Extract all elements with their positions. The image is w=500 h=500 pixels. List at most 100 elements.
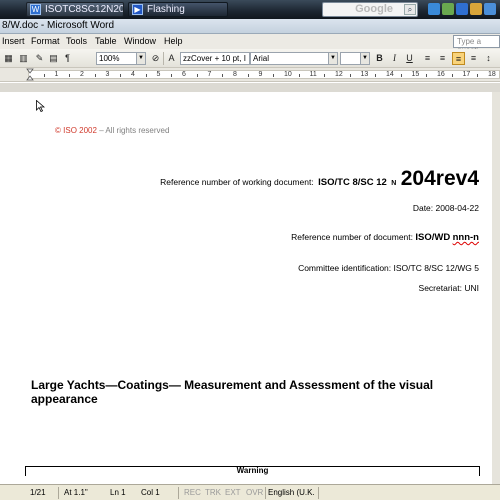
- taskbar: W ISOTC8SC12N204 - ... ▶ Flashing Google…: [0, 0, 500, 19]
- font-select[interactable]: Arial ▼: [250, 52, 338, 65]
- ruler-number: 6: [182, 71, 186, 78]
- menu-window[interactable]: Window: [124, 36, 156, 46]
- status-column: Col 1: [141, 488, 160, 497]
- menu-tools[interactable]: Tools: [66, 36, 87, 46]
- mouse-pointer-icon: [36, 100, 45, 112]
- status-separator: [318, 487, 319, 499]
- volume-icon[interactable]: [470, 3, 482, 15]
- align-right-icon[interactable]: ≡: [452, 52, 465, 65]
- menu-table[interactable]: Table: [95, 36, 117, 46]
- status-trk[interactable]: TRK: [205, 488, 221, 497]
- drawing-icon[interactable]: ✎: [33, 52, 46, 65]
- status-line: Ln 1: [110, 488, 126, 497]
- ruler-tick: [349, 74, 351, 77]
- font-size-select[interactable]: ▼: [340, 52, 370, 65]
- status-language: English (U.K.: [268, 488, 315, 497]
- ruler-tick: [94, 74, 96, 77]
- ruler-tick: [120, 74, 122, 77]
- ruler-number: 18: [488, 71, 496, 78]
- copyright-line: © ISO 2002 – All rights reserved: [55, 126, 169, 135]
- font-value: Arial: [253, 54, 270, 63]
- secretariat: Secretariat: UNI: [418, 283, 479, 293]
- ruler-tick: [43, 74, 45, 77]
- read-mode-icon[interactable]: ⊘: [149, 52, 162, 65]
- ruler-tick: [145, 74, 147, 77]
- columns-icon[interactable]: ▥: [17, 52, 30, 65]
- working-doc-reference: Reference number of working document: IS…: [160, 168, 479, 190]
- chevron-down-icon: ▼: [136, 53, 145, 64]
- taskbar-button-word[interactable]: W ISOTC8SC12N204 - ...: [26, 2, 124, 17]
- chevron-down-icon: ▼: [360, 53, 369, 64]
- justify-icon[interactable]: ≡: [467, 52, 480, 65]
- flash-icon: ▶: [132, 4, 143, 15]
- ref-doc-label: Reference number of document:: [291, 232, 414, 242]
- ruler-tick: [196, 74, 198, 77]
- copyright-symbol: ©: [55, 126, 61, 135]
- menu-format[interactable]: Format: [31, 36, 60, 46]
- taskbar-button-label: Flashing: [147, 4, 185, 15]
- ruler-number: 10: [284, 71, 292, 78]
- line-spacing-icon[interactable]: ↕: [482, 52, 495, 65]
- document-map-icon[interactable]: ▤: [47, 52, 60, 65]
- underline-button[interactable]: U: [403, 52, 416, 65]
- status-ext[interactable]: EXT: [225, 488, 241, 497]
- chevron-down-icon: ▼: [328, 53, 337, 64]
- show-formatting-icon[interactable]: ¶: [61, 52, 74, 65]
- warning-heading: Warning: [236, 466, 269, 475]
- bluetooth-icon[interactable]: [456, 3, 468, 15]
- menu-insert[interactable]: Insert: [2, 36, 25, 46]
- page-gap: [0, 83, 500, 92]
- taskbar-button-label: ISOTC8SC12N204 - ...: [45, 4, 124, 15]
- taskbar-button-flashing[interactable]: ▶ Flashing: [128, 2, 228, 17]
- menu-help[interactable]: Help: [164, 36, 183, 46]
- document-title: Large Yachts—Coatings— Measurement and A…: [31, 378, 434, 406]
- search-icon[interactable]: ⌕: [404, 4, 416, 15]
- security-icon[interactable]: [442, 3, 454, 15]
- vertical-scrollbar[interactable]: [492, 92, 500, 484]
- style-select[interactable]: zzCover + 10 pt, I: [180, 52, 250, 65]
- help-question-input[interactable]: Type a questi: [453, 35, 500, 55]
- doc-reference-line: Reference number of document: ISO/WD nnn…: [291, 232, 479, 243]
- ruler-tick: [400, 74, 402, 77]
- ruler-number: 13: [360, 71, 369, 78]
- ref-working-value: ISO/TC 8/SC 12: [318, 177, 387, 188]
- document-page[interactable]: © ISO 2002 – All rights reserved Referen…: [0, 92, 500, 476]
- word-icon: W: [30, 4, 41, 15]
- status-ovr[interactable]: OVR: [246, 488, 263, 497]
- ref-working-label: Reference number of working document:: [160, 177, 314, 187]
- ruler-number: 17: [462, 71, 471, 78]
- horizontal-ruler[interactable]: 1 2 3 4 5 6 7 8 9 10 11 12 13 14 15 16 17 18: [0, 68, 500, 82]
- ref-doc-value: ISO/WD: [415, 232, 451, 243]
- styles-pane-icon[interactable]: A: [165, 52, 178, 65]
- status-rec[interactable]: REC: [184, 488, 201, 497]
- zoom-select[interactable]: 100% ▼: [96, 52, 146, 65]
- committee-identification: Committee identification: ISO/TC 8/SC 12…: [298, 263, 479, 273]
- menu-bar: Insert Format Tools Table Window Help: [0, 34, 500, 49]
- bold-button[interactable]: B: [373, 52, 386, 65]
- google-search-box[interactable]: Google ⌕: [322, 2, 418, 17]
- ruler-tick: [451, 74, 453, 77]
- style-value: zzCover + 10 pt, I: [183, 54, 246, 63]
- insert-table-icon[interactable]: ▦: [2, 52, 15, 65]
- formatting-toolbar: ▦ ▥ ✎ ▤ ¶ 100% ▼ ⊘ A zzCover + 10 pt, I …: [0, 49, 500, 68]
- tray-app-icon[interactable]: [484, 3, 496, 15]
- indent-marker-icon[interactable]: [26, 68, 34, 82]
- ruler-number: 15: [411, 71, 420, 78]
- copyright-iso: ISO 2002: [63, 126, 97, 135]
- ruler-number: 9: [258, 71, 263, 78]
- italic-button[interactable]: I: [388, 52, 401, 65]
- align-center-icon[interactable]: ≡: [436, 52, 449, 65]
- ref-doc-nnn: nnn-n: [452, 232, 479, 243]
- ruler-number: 2: [80, 71, 84, 78]
- status-page: 1/21: [30, 488, 46, 497]
- document-date: Date: 2008-04-22: [412, 203, 479, 213]
- ruler-number: 7: [207, 71, 212, 78]
- ruler-tick: [324, 74, 326, 77]
- network-icon[interactable]: [428, 3, 440, 15]
- toolbar-separator: [163, 52, 164, 65]
- status-bar: 1/21 At 1.1" Ln 1 Col 1 REC TRK EXT OVR …: [0, 484, 500, 500]
- align-left-icon[interactable]: ≡: [421, 52, 434, 65]
- status-separator: [58, 487, 59, 499]
- ruler-number: 12: [335, 71, 343, 78]
- ruler-number: 5: [156, 71, 161, 78]
